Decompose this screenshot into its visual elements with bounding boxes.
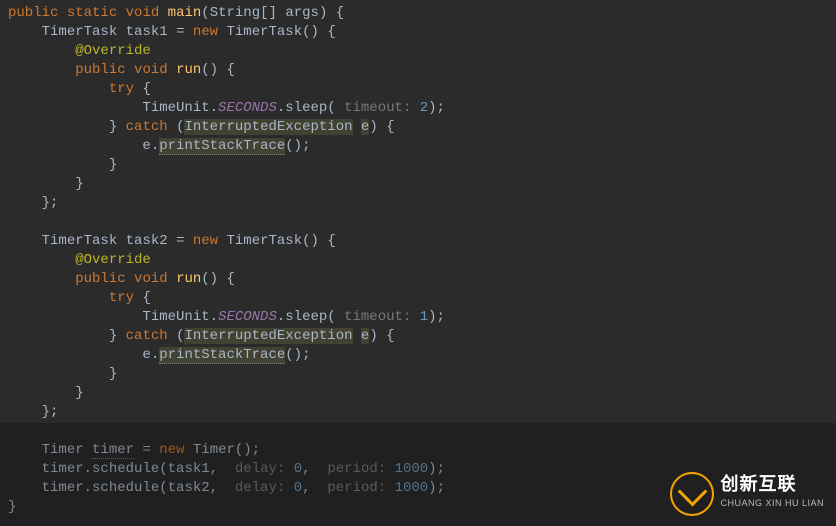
class-timeunit: TimeUnit — [142, 100, 209, 116]
line-3: @Override — [75, 43, 151, 59]
exception-type: InterruptedException — [184, 119, 352, 135]
keyword-try: try — [109, 81, 134, 97]
brace-close: }; — [42, 195, 59, 211]
line-7: } catch (InterruptedException e) { — [109, 119, 395, 135]
keyword-public: public — [8, 5, 58, 21]
keyword-new: new — [193, 24, 218, 40]
line-5: try { — [109, 81, 151, 97]
annotation-override: @Override — [75, 43, 151, 59]
line-15: try { — [109, 290, 151, 306]
var-task1: task1 — [126, 24, 168, 40]
code-editor[interactable]: public static void main(String[] args) {… — [0, 0, 836, 521]
method-printstacktrace: printStackTrace — [159, 138, 285, 155]
method-run: run — [176, 62, 201, 78]
brace-close: } — [109, 157, 117, 173]
literal-2: 2 — [420, 100, 428, 116]
line-13: @Override — [75, 252, 151, 268]
method-run: run — [176, 271, 201, 287]
keyword-catch: catch — [126, 119, 168, 135]
var-task2: task2 — [126, 233, 168, 249]
line-8: e.printStackTrace(); — [142, 138, 310, 155]
brace-close: }; — [42, 404, 59, 420]
line-23: timer.schedule(task1, delay: 0, period: … — [42, 461, 445, 477]
param-hint-timeout: timeout: — [344, 100, 411, 116]
line-14: public void run() { — [75, 271, 235, 287]
param-args: args — [285, 5, 319, 21]
brace-close: } — [109, 366, 117, 382]
literal-1: 1 — [420, 309, 428, 325]
brace-close: } — [75, 385, 83, 401]
method-sleep: sleep — [285, 100, 327, 116]
line-6: TimeUnit.SECONDS.sleep( timeout: 2); — [142, 100, 445, 116]
line-12: TimerTask task2 = new TimerTask() { — [42, 233, 336, 249]
line-1: public static void main(String[] args) { — [8, 5, 344, 21]
method-main: main — [168, 5, 202, 21]
line-2: TimerTask task1 = new TimerTask() { — [42, 24, 336, 40]
line-24: timer.schedule(task2, delay: 0, period: … — [42, 480, 445, 496]
line-4: public void run() { — [75, 62, 235, 78]
line-22: Timer timer = new Timer(); — [42, 442, 261, 459]
keyword-void: void — [126, 5, 160, 21]
line-18: e.printStackTrace(); — [142, 347, 310, 364]
keyword-static: static — [67, 5, 117, 21]
type-timertask: TimerTask — [42, 24, 118, 40]
type-string: String — [210, 5, 260, 21]
brace-close: } — [8, 499, 16, 515]
annotation-override: @Override — [75, 252, 151, 268]
line-16: TimeUnit.SECONDS.sleep( timeout: 1); — [142, 309, 445, 325]
field-seconds: SECONDS — [218, 100, 277, 116]
brace-close: } — [75, 176, 83, 192]
type-timer: Timer — [42, 442, 84, 458]
method-schedule: schedule — [92, 461, 159, 477]
param-hint-period: period: — [327, 461, 386, 477]
line-17: } catch (InterruptedException e) { — [109, 328, 395, 344]
param-hint-delay: delay: — [235, 461, 285, 477]
var-timer: timer — [92, 442, 134, 459]
